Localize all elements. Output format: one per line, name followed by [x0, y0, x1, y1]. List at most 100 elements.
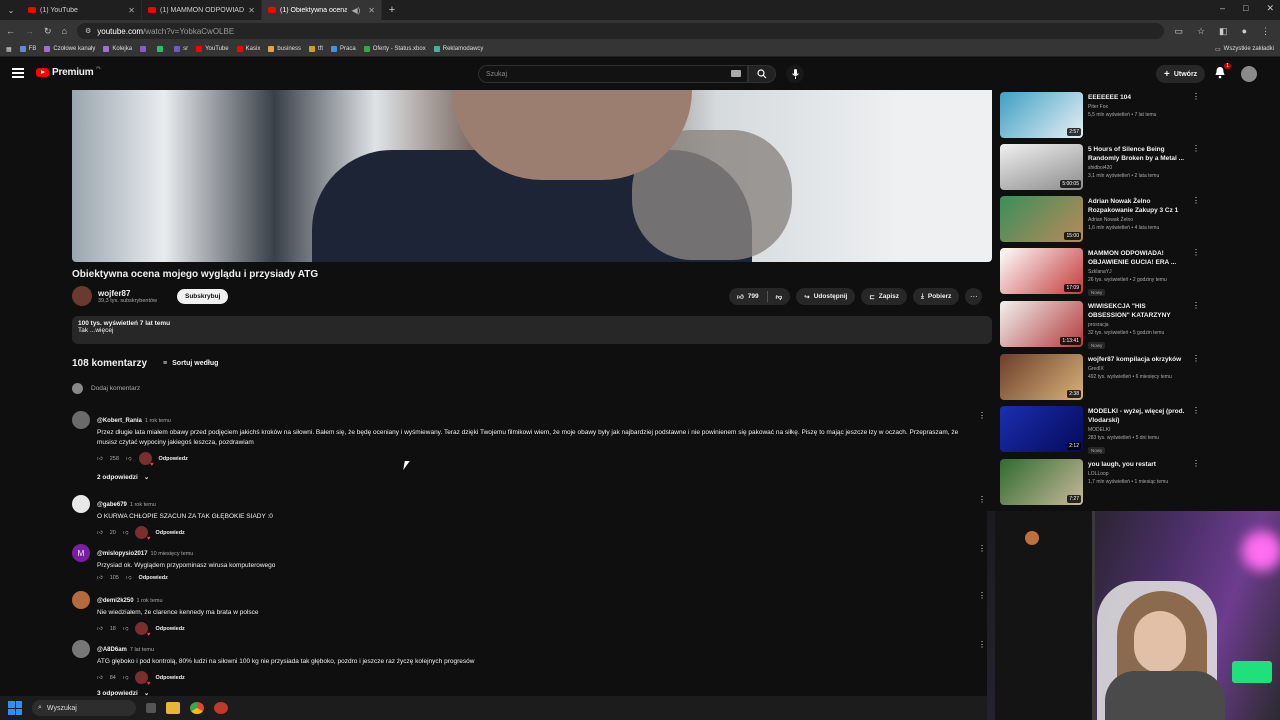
cast-icon[interactable]: ▭	[1174, 26, 1183, 37]
bookmark-item[interactable]: Reklamodawcy	[433, 46, 483, 52]
browser-tab-2[interactable]: (1) MAMMON ODPOWIADA! O ✕	[142, 0, 262, 20]
extensions-icon[interactable]: ◧	[1219, 26, 1228, 37]
video-thumbnail[interactable]: 17:09	[1000, 248, 1083, 294]
commenter-avatar[interactable]	[72, 495, 90, 513]
hamburger-menu-icon[interactable]	[12, 68, 24, 78]
account-avatar[interactable]	[1241, 66, 1257, 82]
commenter-avatar[interactable]: M	[72, 544, 90, 562]
comment-like-icon[interactable]: 👍︎	[97, 456, 103, 462]
comment-dislike-icon[interactable]: 👎︎	[123, 530, 129, 536]
speaker-icon[interactable]: ◀)	[351, 6, 360, 15]
taskbar-search[interactable]: ⌕ Wyszukaj	[32, 700, 136, 716]
rec-menu-icon[interactable]: ⋮	[1192, 92, 1200, 101]
rec-menu-icon[interactable]: ⋮	[1192, 196, 1200, 205]
rec-menu-icon[interactable]: ⋮	[1192, 301, 1200, 310]
comment-dislike-icon[interactable]: 👎︎	[123, 626, 129, 632]
video-thumbnail[interactable]: 2:57	[1000, 92, 1083, 138]
bookmark-item[interactable]	[157, 46, 166, 52]
close-tab-icon[interactable]: ✕	[248, 6, 255, 15]
bookmark-item[interactable]: business	[268, 46, 301, 52]
sort-button[interactable]: ≡ Sortuj według	[163, 360, 218, 367]
bookmark-item[interactable]: Oferty - Status.xbox	[363, 46, 426, 52]
comment-author[interactable]: @Kobert_Rania	[97, 418, 142, 424]
comment-author[interactable]: @mislopysio2017	[97, 551, 148, 557]
like-button[interactable]: 👍︎ 799	[729, 293, 767, 301]
comment-menu-icon[interactable]: ⋮	[978, 411, 986, 420]
forward-icon[interactable]: →	[25, 26, 34, 36]
rec-menu-icon[interactable]: ⋮	[1192, 144, 1200, 153]
chrome-icon[interactable]	[190, 702, 204, 714]
maximize-button[interactable]: □	[1243, 3, 1248, 14]
subscribe-button[interactable]: Subskrybuj	[177, 289, 229, 304]
video-thumbnail[interactable]: 15:00	[1000, 196, 1083, 242]
bookmark-item[interactable]: sr	[174, 46, 188, 52]
minimize-button[interactable]: –	[1220, 3, 1225, 14]
commenter-avatar[interactable]	[72, 591, 90, 609]
reply-button[interactable]: Odpowiedz	[155, 530, 184, 536]
download-button[interactable]: ⤓ Pobierz	[913, 288, 960, 305]
rec-menu-icon[interactable]: ⋮	[1192, 248, 1200, 257]
rec-menu-icon[interactable]: ⋮	[1192, 406, 1200, 415]
site-info-icon[interactable]: ⚙	[85, 27, 91, 35]
commenter-avatar[interactable]	[72, 411, 90, 429]
reply-button[interactable]: Odpowiedz	[139, 575, 168, 581]
voice-search-button[interactable]	[786, 65, 804, 83]
keyboard-icon[interactable]	[731, 70, 741, 77]
task-view-icon[interactable]	[146, 703, 156, 713]
comment-like-icon[interactable]: 👍︎	[97, 575, 103, 581]
comment-author[interactable]: @gabe679	[97, 502, 127, 508]
comment-like-icon[interactable]: 👍︎	[97, 626, 103, 632]
comment-author[interactable]: @demi2k250	[97, 598, 134, 604]
bookmark-item[interactable]	[140, 46, 149, 52]
comment-time[interactable]: 1 rok temu	[137, 598, 163, 604]
bookmark-star-icon[interactable]: ☆	[1197, 26, 1205, 37]
comment-like-icon[interactable]: 👍︎	[97, 675, 103, 681]
dislike-button[interactable]: 👎︎	[768, 293, 791, 301]
comment-time[interactable]: 10 miesięcy temu	[151, 551, 194, 557]
bookmark-item[interactable]: Kolejka	[103, 46, 132, 52]
browser-menu-icon[interactable]: ⋮	[1261, 26, 1270, 37]
comment-menu-icon[interactable]: ⋮	[978, 640, 986, 649]
reply-button[interactable]: Odpowiedz	[159, 456, 188, 462]
app-icon[interactable]	[214, 702, 228, 714]
url-field[interactable]: ⚙ youtube.com/watch?v=YobkaCwOLBE	[76, 23, 1165, 39]
reply-button[interactable]: Odpowiedz	[155, 626, 184, 632]
close-tab-icon[interactable]: ✕	[368, 6, 375, 15]
comment-menu-icon[interactable]: ⋮	[978, 591, 986, 600]
back-icon[interactable]: ←	[6, 26, 15, 36]
share-button[interactable]: ↪ Udostępnij	[796, 288, 856, 305]
description-box[interactable]: 100 tys. wyświetleń 7 lat temu Tak ...wi…	[72, 316, 992, 344]
recommended-video[interactable]: 5:00:05 5 Hours of Silence Being Randoml…	[1000, 144, 1210, 192]
browser-tab-3[interactable]: (1) Obiektywna ocena moje ◀) ✕	[262, 0, 382, 20]
video-thumbnail[interactable]: 2:12	[1000, 406, 1083, 452]
profile-icon[interactable]: ●	[1242, 26, 1247, 37]
comment-time[interactable]: 1 rok temu	[145, 418, 171, 424]
tab-search-icon[interactable]: ⌄	[0, 6, 22, 15]
comment-like-icon[interactable]: 👍︎	[97, 530, 103, 536]
recommended-video[interactable]: 15:00 Adrian Nowak Żelno Rozpakowanie Za…	[1000, 196, 1210, 244]
close-window-button[interactable]: ✕	[1266, 3, 1274, 14]
view-replies-button[interactable]: 2 odpowiedzi ⌄	[97, 473, 149, 482]
bookmark-item[interactable]: Praca	[331, 46, 356, 52]
recommended-video[interactable]: 2:57 EEEEEEE 104 Piter Fox 5,5 mln wyświet…	[1000, 92, 1210, 140]
notifications-button[interactable]: 1	[1214, 63, 1231, 80]
channel-name[interactable]: wojfer87	[98, 289, 157, 298]
comment-author[interactable]: @A8D6am	[97, 647, 127, 653]
recommended-video[interactable]: 2:38 wojfer87 kompilacja okrzyków GredIX 4…	[1000, 354, 1210, 402]
comment-dislike-icon[interactable]: 👎︎	[126, 456, 132, 462]
home-icon[interactable]: ⌂	[62, 26, 67, 36]
channel-avatar[interactable]	[72, 286, 92, 306]
reply-button[interactable]: Odpowiedz	[155, 675, 184, 681]
recommended-video[interactable]: 1:13:41 WIWISEKCJA "HIS OBSESSION" KATAR…	[1000, 301, 1210, 349]
comment-dislike-icon[interactable]: 👎︎	[126, 575, 132, 581]
all-bookmarks-button[interactable]: ▭ Wszystkie zakładki	[1215, 46, 1274, 53]
recommended-video[interactable]: 7:27 you laugh, you restart LOLLoop 1,7 ml…	[1000, 459, 1210, 507]
bookmark-item[interactable]: Czołowe kanały	[44, 46, 95, 52]
create-button[interactable]: + Utwórz	[1156, 65, 1206, 83]
file-explorer-icon[interactable]	[166, 702, 180, 714]
comment-time[interactable]: 7 lat temu	[130, 647, 154, 653]
comment-menu-icon[interactable]: ⋮	[978, 495, 986, 504]
video-thumbnail[interactable]: 1:13:41	[1000, 301, 1083, 347]
comment-menu-icon[interactable]: ⋮	[978, 544, 986, 553]
video-player[interactable]	[72, 90, 992, 262]
